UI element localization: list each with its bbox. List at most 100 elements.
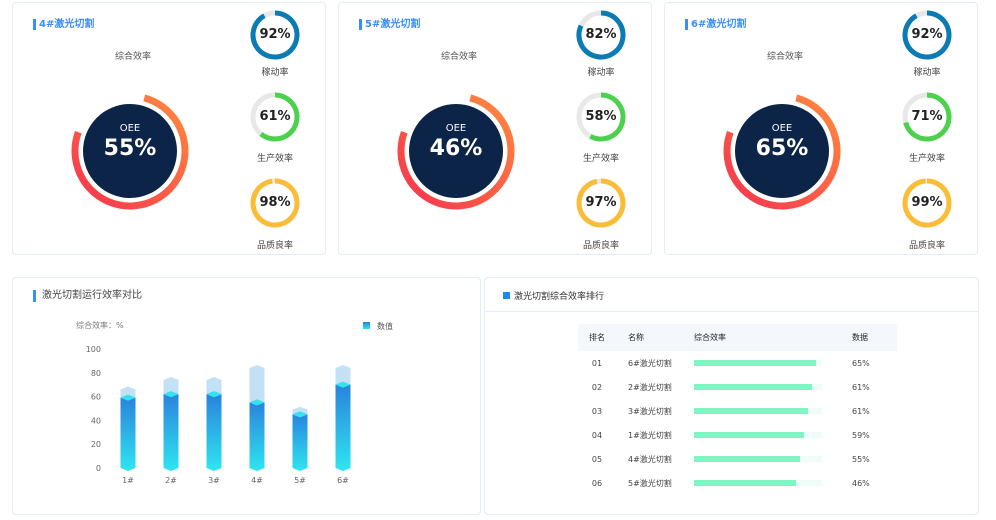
- machine-card: 6#激光切割 综合效率 OEE 65% 92% 稼动率 71% 生产效率 99% 品质良…: [664, 2, 978, 255]
- gauge-label: 生产效率: [582, 154, 619, 164]
- name: 5#激光切割: [628, 478, 672, 488]
- gauge-1: 58%: [575, 91, 627, 143]
- ranking-header: 排名 名称 综合效率 数据: [578, 324, 897, 351]
- header-rank: 排名: [589, 333, 605, 342]
- rank: 03: [591, 406, 603, 416]
- square-icon: [503, 292, 510, 299]
- ranking-title: 激光切割综合效率排行: [503, 289, 604, 302]
- y-tick-label: 0: [96, 464, 101, 473]
- x-tick-label: 5#: [294, 476, 306, 485]
- oee-subtitle: 综合效率: [441, 52, 478, 62]
- oee-value: 65%: [755, 136, 809, 161]
- y-axis-label: 综合效率：%: [76, 320, 124, 330]
- machine-title: 5#激光切割: [359, 19, 420, 30]
- progress-bar: [694, 456, 822, 462]
- header-name: 名称: [628, 333, 644, 342]
- x-tick-label: 1#: [122, 476, 134, 485]
- gauge-1: 61%: [249, 91, 301, 143]
- oee-subtitle: 综合效率: [115, 52, 152, 62]
- ranking-panel: 激光切割综合效率排行 排名 名称 综合效率 数据 01 6#激光切割 65% 02 2#…: [484, 277, 979, 515]
- gauge-value: 99%: [911, 195, 943, 210]
- x-tick-label: 6#: [337, 476, 349, 485]
- progress-bar: [694, 432, 822, 438]
- machine-card: 4#激光切割 综合效率 OEE 55% 92% 稼动率 61% 生产效率 98% 品质良…: [12, 2, 326, 255]
- gauge-0: 92%: [901, 9, 953, 61]
- y-tick-label: 100: [86, 345, 101, 354]
- gauge-2: 97%: [575, 177, 627, 229]
- gauge-2: 99%: [901, 177, 953, 229]
- gauge-value: 92%: [259, 27, 291, 42]
- y-tick-label: 80: [91, 369, 101, 378]
- gauge-value: 98%: [259, 195, 291, 210]
- oee-label: OEE: [771, 123, 793, 134]
- gauge-0: 82%: [575, 9, 627, 61]
- value: 65%: [852, 358, 870, 368]
- name: 1#激光切割: [628, 430, 672, 440]
- rank: 01: [591, 358, 603, 368]
- progress-bar: [694, 360, 822, 366]
- gauge-value: 97%: [585, 195, 617, 210]
- rank: 06: [591, 478, 603, 488]
- value: 55%: [852, 454, 870, 464]
- gauge-label: 稼动率: [913, 68, 941, 78]
- progress-bar: [694, 408, 822, 414]
- table-row: 05 4#激光切割 55%: [578, 447, 897, 471]
- bar: [120, 394, 136, 471]
- legend-label: 数值: [377, 321, 393, 331]
- gauge-2: 98%: [249, 177, 301, 229]
- oee-label: OEE: [119, 123, 141, 134]
- gauge-label: 生产效率: [908, 154, 945, 164]
- table-row: 03 3#激光切割 61%: [578, 399, 897, 423]
- gauge-label: 品质良率: [256, 241, 293, 251]
- value: 61%: [852, 382, 870, 392]
- legend-swatch: [363, 322, 370, 329]
- bar: [163, 391, 179, 471]
- name: 3#激光切割: [628, 406, 672, 416]
- name: 6#激光切割: [628, 358, 672, 368]
- rank: 02: [591, 382, 603, 392]
- gauge-1: 71%: [901, 91, 953, 143]
- x-tick-label: 3#: [208, 476, 220, 485]
- table-row: 06 5#激光切割 46%: [578, 471, 897, 495]
- gauge-value: 82%: [585, 27, 617, 42]
- gauge-value: 58%: [585, 109, 617, 124]
- oee-subtitle: 综合效率: [767, 52, 804, 62]
- value: 61%: [852, 406, 870, 416]
- gauge-label: 生产效率: [256, 154, 293, 164]
- gauge-value: 71%: [911, 109, 943, 124]
- gauge-label: 稼动率: [261, 68, 289, 78]
- name: 2#激光切割: [628, 382, 672, 392]
- gauge-value: 92%: [911, 27, 943, 42]
- ranking-table: 排名 名称 综合效率 数据 01 6#激光切割 65% 02 2#激光切割 61% 03 3#…: [578, 324, 897, 495]
- bar-chart-panel: 激光切割运行效率对比 综合效率：% 数值 0 20 40 60 80 100 1# 2# 3# 4# 5…: [12, 277, 481, 515]
- progress-bar: [694, 384, 822, 390]
- x-tick-label: 2#: [165, 476, 177, 485]
- machine-card: 5#激光切割 综合效率 OEE 46% 82% 稼动率 58% 生产效率 97% 品质良…: [338, 2, 652, 255]
- header-efficiency: 综合效率: [694, 333, 726, 342]
- bar: [249, 399, 265, 471]
- gauge-label: 品质良率: [582, 241, 619, 251]
- bar-chart: 综合效率：% 数值 0 20 40 60 80 100 1# 2# 3# 4# 5# 6#: [76, 320, 393, 485]
- header-data: 数据: [852, 333, 868, 342]
- table-row: 01 6#激光切割 65%: [578, 351, 897, 375]
- machine-title: 6#激光切割: [685, 19, 746, 30]
- gauge-0: 92%: [249, 9, 301, 61]
- oee-value: 46%: [429, 136, 483, 161]
- name: 4#激光切割: [628, 454, 672, 464]
- bar: [206, 391, 222, 471]
- value: 59%: [852, 430, 870, 440]
- gauge-label: 稼动率: [587, 68, 615, 78]
- y-tick-label: 60: [91, 393, 101, 402]
- bar: [292, 411, 308, 471]
- gauge-label: 品质良率: [908, 241, 945, 251]
- gauge-value: 61%: [259, 109, 291, 124]
- oee-value: 55%: [103, 136, 157, 161]
- machine-title: 4#激光切割: [33, 19, 94, 30]
- rank: 05: [591, 454, 603, 464]
- y-tick-label: 20: [91, 440, 101, 449]
- table-row: 02 2#激光切割 61%: [578, 375, 897, 399]
- progress-bar: [694, 480, 822, 486]
- y-tick-label: 40: [91, 416, 101, 425]
- x-tick-label: 4#: [251, 476, 263, 485]
- rank: 04: [591, 430, 603, 440]
